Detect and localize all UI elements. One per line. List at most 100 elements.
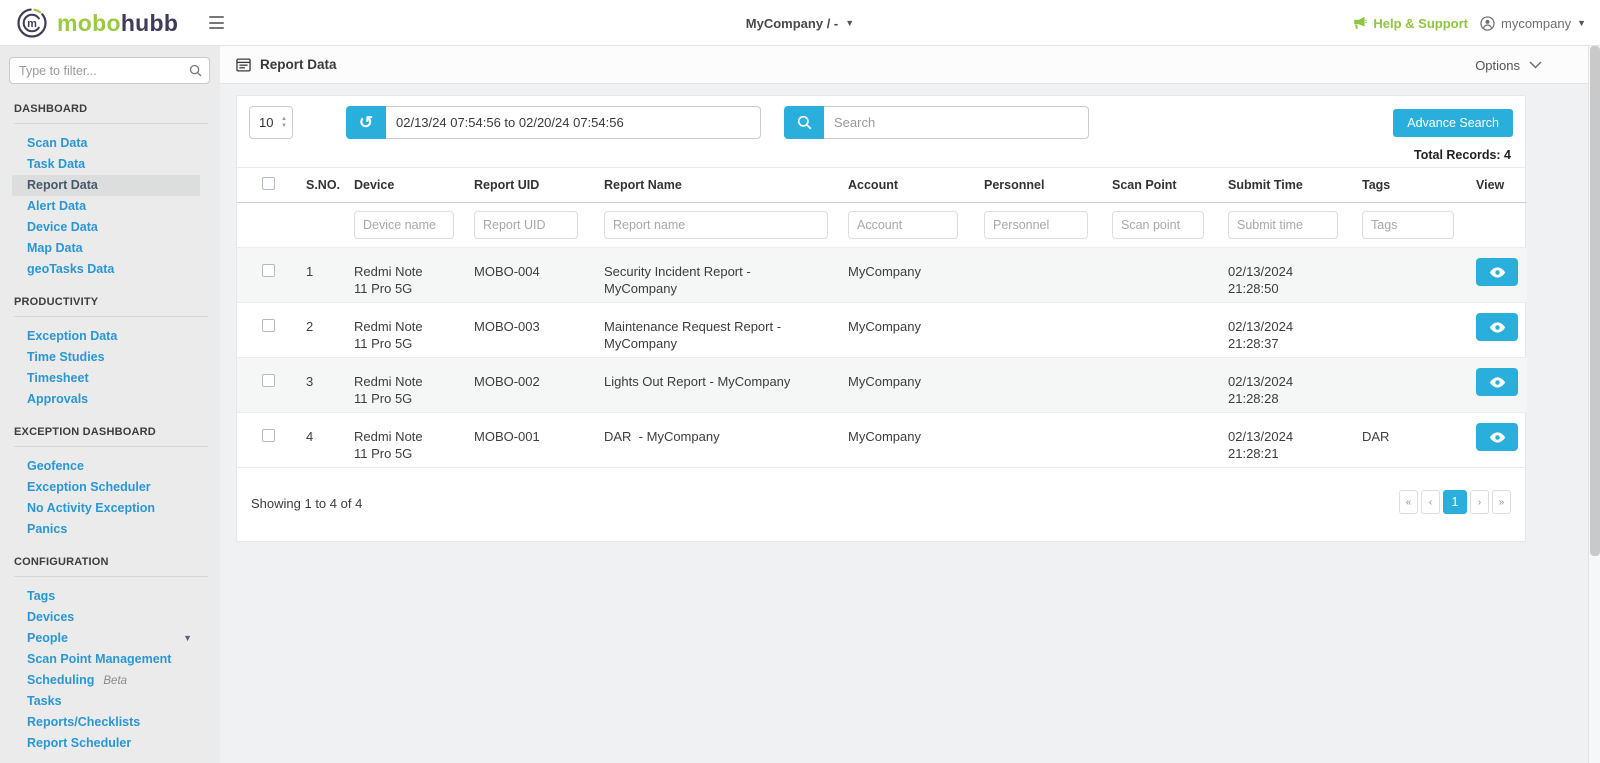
sidebar-item-devices[interactable]: Devices (12, 607, 200, 628)
page-size-input[interactable]: 10 ▲▼ (249, 106, 293, 139)
column-header-scan-point[interactable]: Scan Point (1085, 168, 1201, 203)
row-select-cell (237, 303, 279, 358)
sidebar-item-scheduling[interactable]: SchedulingBeta (12, 670, 200, 691)
search-input[interactable] (824, 106, 1089, 139)
chevron-down-icon (1529, 61, 1542, 69)
row-checkbox[interactable] (262, 374, 275, 387)
scrollbar-thumb[interactable] (1590, 46, 1600, 556)
sidebar-item-device-data[interactable]: Device Data (12, 217, 200, 238)
column-header-tags[interactable]: Tags (1335, 168, 1449, 203)
chevron-down-icon: ▼ (1577, 19, 1586, 28)
sidebar-item-approvals[interactable]: Approvals (12, 389, 200, 410)
filter-cell-report-name (577, 203, 821, 248)
date-range-input[interactable] (386, 106, 761, 139)
sidebar-item-geofence[interactable]: Geofence (12, 456, 200, 477)
filter-cell-account (821, 203, 957, 248)
cell-sno: 2 (279, 303, 327, 358)
sidebar: DASHBOARDScan DataTask DataReport DataAl… (0, 46, 220, 763)
row-checkbox[interactable] (262, 429, 275, 442)
sidebar-item-exception-data[interactable]: Exception Data (12, 326, 200, 347)
cell-personnel (957, 413, 1085, 468)
cell-account: MyCompany (821, 248, 957, 303)
search-button[interactable] (784, 106, 824, 139)
advance-search-button[interactable]: Advance Search (1393, 109, 1513, 137)
column-header-report-name[interactable]: Report Name (577, 168, 821, 203)
column-header-view[interactable]: View (1449, 168, 1527, 203)
sidebar-item-tasks[interactable]: Tasks (12, 691, 200, 712)
first-page-button[interactable]: « (1399, 490, 1418, 514)
window-scrollbar[interactable] (1588, 46, 1600, 763)
sidebar-filter-input[interactable] (9, 57, 210, 84)
row-select-cell (237, 413, 279, 468)
cell-tags: DAR (1335, 413, 1449, 468)
column-header-s-no[interactable]: S.NO. (279, 168, 327, 203)
filter-input-report-name[interactable] (604, 211, 828, 239)
company-selector-label: MyCompany / - (746, 16, 838, 31)
sidebar-item-label: Map Data (27, 241, 83, 255)
filter-input-device-name[interactable] (354, 211, 454, 239)
filter-input-tags[interactable] (1362, 211, 1454, 239)
column-header-report-uid[interactable]: Report UID (447, 168, 577, 203)
sidebar-item-map-data[interactable]: Map Data (12, 238, 200, 259)
sidebar-item-alert-data[interactable]: Alert Data (12, 196, 200, 217)
sidebar-item-exception-scheduler[interactable]: Exception Scheduler (12, 477, 200, 498)
options-button[interactable]: Options (1475, 46, 1542, 84)
sidebar-item-people[interactable]: People▼ (12, 628, 200, 649)
help-support-link[interactable]: Help & Support (1351, 16, 1468, 31)
column-header-personnel[interactable]: Personnel (957, 168, 1085, 203)
filter-input-report-uid[interactable] (474, 211, 578, 239)
report-data-card: 10 ▲▼ ↺ Advance Search Total Records: 4 (236, 95, 1526, 542)
company-selector[interactable]: MyCompany / - ▼ (600, 0, 1000, 46)
next-page-button[interactable]: › (1470, 490, 1489, 514)
cell-device: Redmi Note 11 Pro 5G (327, 303, 447, 358)
cell-name: Maintenance Request Report - MyCompany (577, 303, 821, 358)
cell-submit-time: 02/13/2024 21:28:21 (1201, 413, 1335, 468)
stepper-arrows-icon[interactable]: ▲▼ (281, 116, 287, 130)
sidebar-filter (9, 57, 210, 84)
select-all-checkbox[interactable] (262, 177, 275, 190)
brand-logo[interactable]: m mobohubb (16, 7, 178, 39)
search-group (784, 106, 1089, 139)
sidebar-item-scan-data[interactable]: Scan Data (12, 133, 200, 154)
cell-scan-point (1085, 413, 1201, 468)
row-checkbox[interactable] (262, 319, 275, 332)
sidebar-item-task-data[interactable]: Task Data (12, 154, 200, 175)
sidebar-item-no-activity-exception[interactable]: No Activity Exception (12, 498, 200, 519)
column-header-account[interactable]: Account (821, 168, 957, 203)
filter-cell-device-name (327, 203, 447, 248)
prev-page-button[interactable]: ‹ (1421, 490, 1440, 514)
view-report-button[interactable] (1476, 423, 1518, 451)
sidebar-item-time-studies[interactable]: Time Studies (12, 347, 200, 368)
sidebar-item-timesheet[interactable]: Timesheet (12, 368, 200, 389)
view-report-button[interactable] (1476, 368, 1518, 396)
row-checkbox[interactable] (262, 264, 275, 277)
user-menu[interactable]: mycompany ▼ (1480, 16, 1586, 31)
sidebar-item-scan-point-management[interactable]: Scan Point Management (12, 649, 200, 670)
filter-input-submit-time[interactable] (1228, 211, 1338, 239)
sidebar-item-label: Approvals (27, 392, 88, 406)
sidebar-item-reports-checklists[interactable]: Reports/Checklists (12, 712, 200, 733)
view-report-button[interactable] (1476, 313, 1518, 341)
filter-input-account[interactable] (848, 211, 958, 239)
column-header-device[interactable]: Device (327, 168, 447, 203)
nav-section-title: PRODUCTIVITY (14, 296, 206, 308)
menu-toggle-icon[interactable] (209, 16, 224, 29)
sidebar-item-report-data[interactable]: Report Data (12, 175, 200, 196)
last-page-button[interactable]: » (1492, 490, 1511, 514)
sidebar-item-geotasks-data[interactable]: geoTasks Data (12, 259, 200, 280)
page-number-button[interactable]: 1 (1443, 490, 1467, 514)
sidebar-item-tags[interactable]: Tags (12, 586, 200, 607)
refresh-button[interactable]: ↺ (346, 106, 386, 139)
cell-account: MyCompany (821, 358, 957, 413)
cell-report-uid: MOBO-003 (447, 303, 577, 358)
filter-input-scan-point[interactable] (1112, 211, 1204, 239)
sidebar-item-panics[interactable]: Panics (12, 519, 200, 540)
table-row: 2Redmi Note 11 Pro 5GMOBO-003Maintenance… (237, 303, 1527, 358)
column-header-submit-time[interactable]: Submit Time (1201, 168, 1335, 203)
sidebar-item-report-scheduler[interactable]: Report Scheduler (12, 733, 200, 754)
nav-section-dashboard: DASHBOARDScan DataTask DataReport DataAl… (0, 103, 220, 280)
view-report-button[interactable] (1476, 258, 1518, 286)
eye-icon (1489, 376, 1506, 389)
row-view-cell (1449, 248, 1527, 303)
filter-input-personnel[interactable] (984, 211, 1088, 239)
